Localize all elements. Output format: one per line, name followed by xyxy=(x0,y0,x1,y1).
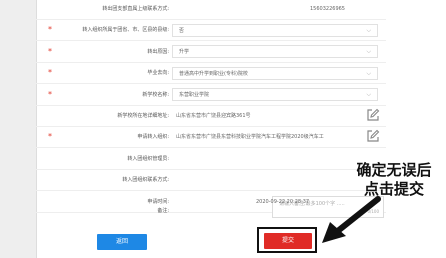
form-screen: 备注: 请输入备注,最多100个字 ..... 0/100 返回 提交 确定无误… xyxy=(0,0,446,258)
required-mark: * xyxy=(48,46,52,56)
left-sidebar-strip xyxy=(0,0,37,258)
chevron-down-icon: ⌵ xyxy=(366,91,371,99)
required-mark: * xyxy=(48,132,52,142)
select-field[interactable]: 普通高中升学到职业(专科)院校 ⌵ xyxy=(172,66,378,80)
field-value[interactable]: 山东省东营市广饶县东营科技职业学院汽车工程学院2020级汽车工 xyxy=(176,132,364,142)
remark-label: 备注: xyxy=(157,208,169,214)
field-label: 转入团组织联系方式: xyxy=(122,177,169,184)
select-field[interactable]: 东营职业学院 ⌵ xyxy=(172,88,378,102)
select-value: 东营职业学院 xyxy=(179,92,210,99)
field-label: 新学校所在地详细地址: xyxy=(117,113,169,119)
field-label: 转出团支部直属上级联系方式: xyxy=(102,6,169,12)
field-value[interactable]: 山东省东营市广饶县迎宾路361号 xyxy=(176,111,364,121)
pencil-edit-icon[interactable] xyxy=(366,108,380,122)
required-mark: * xyxy=(48,25,52,35)
field-label: 申请时间: xyxy=(147,198,169,205)
field-label: 新学校名称: xyxy=(142,91,169,98)
form-row-9 xyxy=(36,169,386,192)
back-button[interactable]: 返回 xyxy=(97,234,147,250)
field-value: 15603226965 xyxy=(310,6,345,12)
required-mark: * xyxy=(48,68,52,78)
pencil-edit-icon[interactable] xyxy=(366,129,380,143)
form-row-8 xyxy=(36,148,386,170)
select-value: 普通高中升学到职业(专科)院校 xyxy=(179,70,248,77)
field-label: 转入组织所属于团省、市、区县的县级: xyxy=(82,27,169,34)
chevron-down-icon: ⌵ xyxy=(366,48,371,56)
select-value: 否 xyxy=(179,27,185,34)
field-label: 转入团组织管理员: xyxy=(127,155,169,162)
chevron-down-icon: ⌵ xyxy=(366,26,371,34)
arrow-down-left-icon xyxy=(322,196,381,243)
select-field[interactable]: 升学 ⌵ xyxy=(172,45,378,59)
chevron-down-icon: ⌵ xyxy=(366,69,371,77)
field-value: 2020-09-22 20:28:37 xyxy=(256,198,310,205)
field-label: 转出原因: xyxy=(147,48,169,55)
select-field[interactable]: 否 ⌵ xyxy=(172,23,378,37)
field-label: 毕业去向: xyxy=(147,70,169,77)
required-mark: * xyxy=(48,89,52,99)
field-label: 申请转入组织: xyxy=(137,134,169,141)
select-value: 升学 xyxy=(179,49,190,56)
submit-button[interactable]: 提交 xyxy=(264,233,312,249)
callout-line-1: 确定无误后 xyxy=(356,161,432,179)
